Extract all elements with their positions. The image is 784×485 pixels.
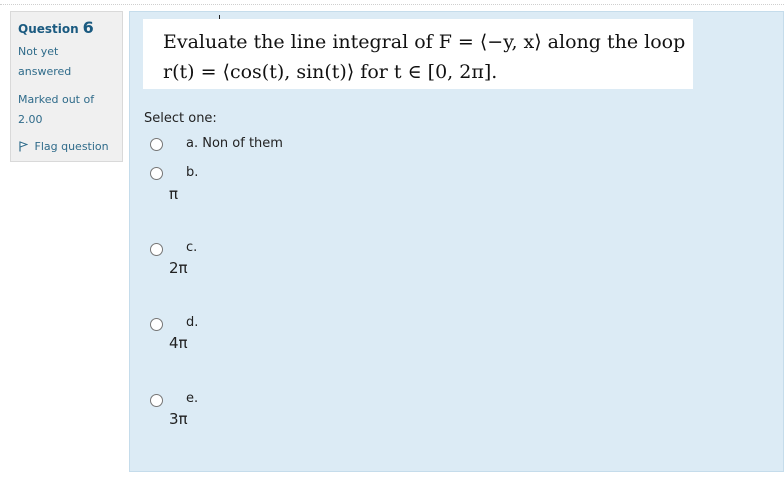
question-text-line-2: r(t) = ⟨cos(t), sin(t)⟩ for t ∈ [0, 2π].: [163, 61, 498, 83]
option-a-letter: a.: [186, 136, 199, 151]
question-label: Question: [18, 22, 79, 36]
option-c-letter: c.: [186, 240, 198, 255]
option-a-text: Non of them: [202, 136, 283, 151]
option-d-radio[interactable]: [150, 318, 163, 331]
option-a-radio[interactable]: [150, 138, 163, 151]
question-number: 6: [82, 18, 94, 37]
option-b-radio[interactable]: [150, 167, 163, 180]
select-one-prompt: Select one:: [144, 111, 217, 126]
status-line-1: Not yet: [18, 45, 59, 58]
marked-out-of-label: Marked out of: [18, 93, 95, 106]
flag-question-link[interactable]: Flag question: [19, 140, 109, 153]
option-c-value[interactable]: 2π: [169, 259, 188, 277]
status-line-2: answered: [18, 65, 72, 78]
marked-out-of-value: 2.00: [18, 113, 43, 126]
question-info-box: Question 6 Not yet answered Marked out of…: [10, 11, 123, 162]
option-a-label[interactable]: a. Non of them: [186, 136, 283, 151]
option-e-letter: e.: [186, 391, 199, 406]
flag-question-label: Flag question: [34, 140, 109, 153]
option-d-letter: d.: [186, 315, 199, 330]
question-text-panel: Evaluate the line integral of F = ⟨−y, x…: [143, 19, 693, 89]
option-e-radio[interactable]: [150, 394, 163, 407]
option-c-radio[interactable]: [150, 243, 163, 256]
option-d-value[interactable]: 4π: [169, 334, 188, 352]
top-divider: [0, 4, 784, 5]
flag-icon: [19, 140, 35, 153]
option-b-letter: b.: [186, 165, 199, 180]
option-b-value[interactable]: π: [169, 185, 178, 203]
question-text-line-1: Evaluate the line integral of F = ⟨−y, x…: [163, 31, 686, 53]
option-e-value[interactable]: 3π: [169, 410, 188, 428]
question-heading: Question 6: [18, 18, 94, 37]
